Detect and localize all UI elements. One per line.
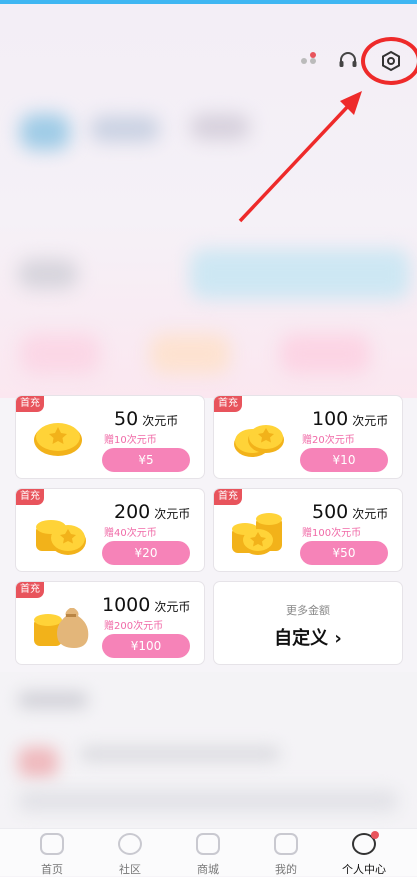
custom-amount-title: 更多金额 xyxy=(286,604,330,617)
nav-item-home[interactable]: 首页 xyxy=(17,829,87,876)
package-card-1000[interactable]: 首充 1000 次元币 赠200次元币 ¥100 xyxy=(15,581,205,665)
custom-amount-card[interactable]: 更多金额 自定义 › xyxy=(213,581,403,665)
shop-icon xyxy=(196,833,220,855)
package-bonus: 赠20次元币 xyxy=(302,435,355,446)
pointer-arrow-icon xyxy=(238,91,362,223)
first-charge-badge: 首充 xyxy=(16,396,44,412)
nav-item-profile[interactable]: 个人中心 xyxy=(329,829,399,876)
package-card-200[interactable]: 首充 200 次元币 赠40次元币 ¥20 xyxy=(15,488,205,572)
coin-stack-icon xyxy=(234,425,284,457)
package-card-100[interactable]: 首充 100 次元币 赠20次元币 ¥10 xyxy=(213,395,403,479)
coin-bag-icon xyxy=(34,608,89,648)
price-button[interactable]: ¥5 xyxy=(102,448,190,472)
package-amount: 500 次元币 xyxy=(312,501,389,523)
package-amount: 1000 次元币 xyxy=(102,594,191,616)
first-charge-badge: 首充 xyxy=(16,489,44,505)
package-amount: 100 次元币 xyxy=(312,408,389,430)
package-card-50[interactable]: 首充 50 次元币 赠10次元币 ¥5 xyxy=(15,395,205,479)
share-icon[interactable] xyxy=(292,46,322,76)
headset-icon[interactable] xyxy=(333,46,363,76)
package-bonus: 赠10次元币 xyxy=(104,435,157,446)
package-bonus: 赠100次元币 xyxy=(302,528,362,539)
price-button[interactable]: ¥50 xyxy=(300,541,388,565)
nav-item-shop[interactable]: 商城 xyxy=(173,829,243,876)
package-amount: 200 次元币 xyxy=(114,501,191,523)
custom-amount-label: 自定义 › xyxy=(274,628,342,649)
coin-icon xyxy=(34,423,82,456)
chevron-right-icon: › xyxy=(334,628,342,649)
price-button[interactable]: ¥10 xyxy=(300,448,388,472)
community-icon xyxy=(118,833,142,855)
package-bonus: 赠40次元币 xyxy=(104,528,157,539)
package-amount: 50 次元币 xyxy=(114,408,179,430)
package-bonus: 赠200次元币 xyxy=(104,621,164,632)
price-button[interactable]: ¥100 xyxy=(102,634,190,658)
coin-pile-icon xyxy=(232,513,282,555)
nav-item-community[interactable]: 社区 xyxy=(95,829,165,876)
folder-icon xyxy=(274,833,298,855)
first-charge-badge: 首充 xyxy=(16,582,44,598)
first-charge-badge: 首充 xyxy=(214,489,242,505)
coin-pile-icon xyxy=(36,520,86,555)
nav-item-mine[interactable]: 我的 xyxy=(251,829,321,876)
bottom-navigation: 首页 社区 商城 我的 个人中心 xyxy=(0,828,417,876)
blurred-content-bottom xyxy=(0,672,417,830)
package-card-500[interactable]: 首充 500 次元币 赠100次元币 ¥50 xyxy=(213,488,403,572)
first-charge-badge: 首充 xyxy=(214,396,242,412)
settings-highlight-circle xyxy=(361,37,417,85)
notification-dot xyxy=(371,831,379,839)
home-icon xyxy=(40,833,64,855)
price-button[interactable]: ¥20 xyxy=(102,541,190,565)
